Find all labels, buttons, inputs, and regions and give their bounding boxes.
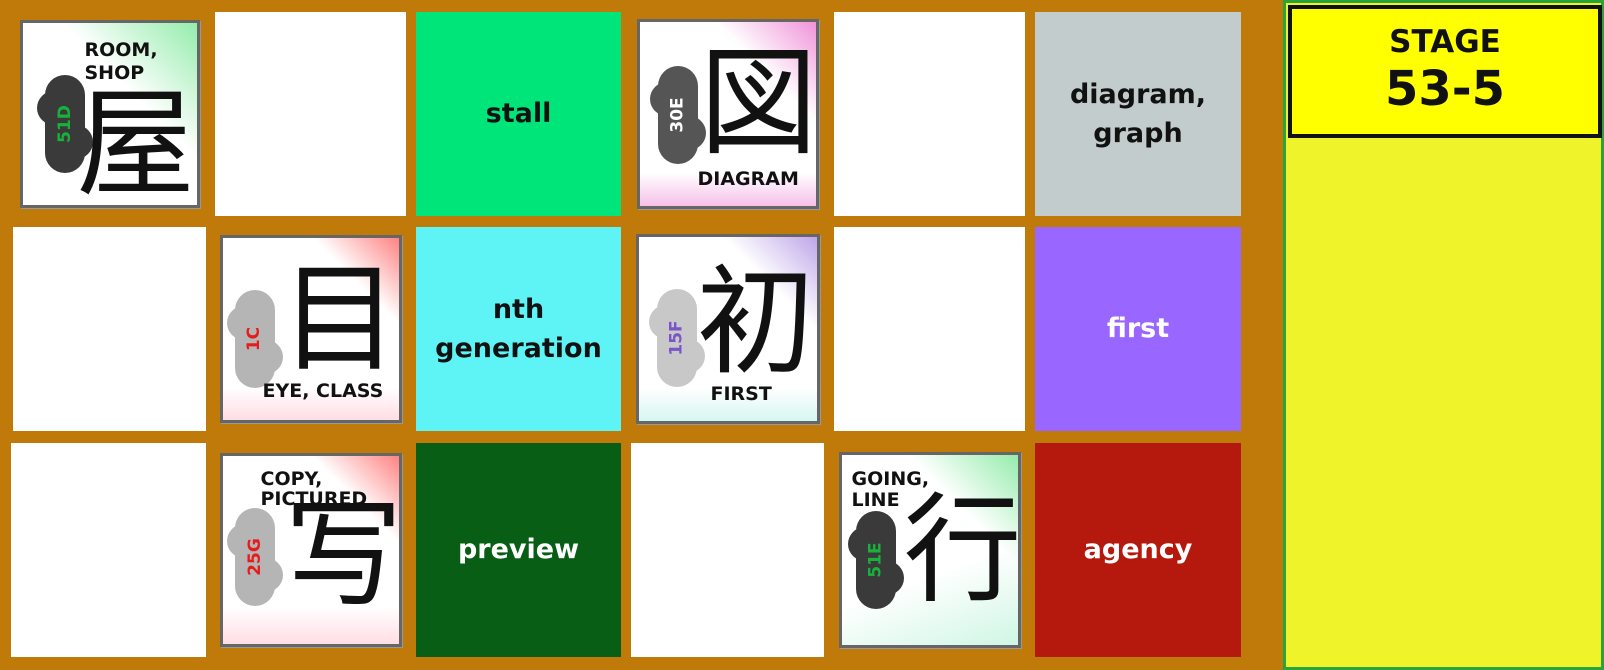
kanji-character: 目 [280,250,399,388]
card-code: 1C [244,326,265,352]
cloud-badge: 15F [648,289,705,387]
word-card-first[interactable]: first [1035,227,1241,431]
word-card-preview[interactable]: preview [416,443,621,657]
kanji-card-diagram[interactable]: 30E 図 DIAGRAM [631,12,824,216]
word-text: agency [1083,534,1193,566]
stage-indicator: STAGE 53-5 [1288,5,1602,138]
card-meaning: EYE, CLASS [262,380,384,402]
word-text: nth generation [435,293,602,364]
word-card-diagram-graph[interactable]: diagram, graph [1035,12,1241,216]
card-code: 51D [54,105,75,143]
game-board: ROOM, SHOP 51D 屋 stall 30E 図 DIAGRAM dia… [0,0,1283,670]
card-meaning: FIRST [710,383,772,405]
stage-label: STAGE [1389,24,1501,60]
kanji-card-copy-pictured[interactable]: COPY, PICTURED 25G 写 [215,443,406,657]
kanji-character: 写 [284,486,403,624]
kanji-character: 初 [696,253,815,391]
empty-cell[interactable] [13,227,206,431]
card-code: 30E [667,97,688,133]
word-card-agency[interactable]: agency [1035,443,1241,657]
empty-cell[interactable] [11,443,206,657]
card-meaning: DIAGRAM [697,168,799,190]
kanji-character: 図 [699,34,818,172]
cloud-badge: 30E [649,66,706,164]
empty-cell[interactable] [215,12,406,216]
empty-cell[interactable] [834,12,1025,216]
cloud-badge: 51E [847,511,904,609]
word-text: first [1106,313,1170,345]
empty-cell[interactable] [631,443,824,657]
stage-panel: STAGE 53-5 [1283,0,1604,670]
kanji-card-eye-class[interactable]: 1C 目 EYE, CLASS [215,227,406,431]
card-code: 51E [865,542,886,578]
word-text: diagram, graph [1069,78,1207,149]
word-card-nth-generation[interactable]: nth generation [416,227,621,431]
kanji-card-first[interactable]: 15F 初 FIRST [631,227,824,431]
cloud-badge: 25G [226,508,283,606]
cloud-badge: 1C [226,290,283,388]
word-text: stall [485,98,552,130]
stage-number: 53-5 [1384,61,1506,118]
card-code: 15F [666,320,687,356]
word-card-stall[interactable]: stall [416,12,621,216]
word-text: preview [457,534,580,566]
card-code: 25G [244,538,265,576]
kanji-card-room-shop[interactable]: ROOM, SHOP 51D 屋 [13,12,206,216]
empty-cell[interactable] [834,227,1025,431]
kanji-character: 屋 [76,75,195,213]
kanji-card-going-line[interactable]: GOING, LINE 51E 行 [834,443,1025,657]
kanji-character: 行 [903,481,1022,619]
